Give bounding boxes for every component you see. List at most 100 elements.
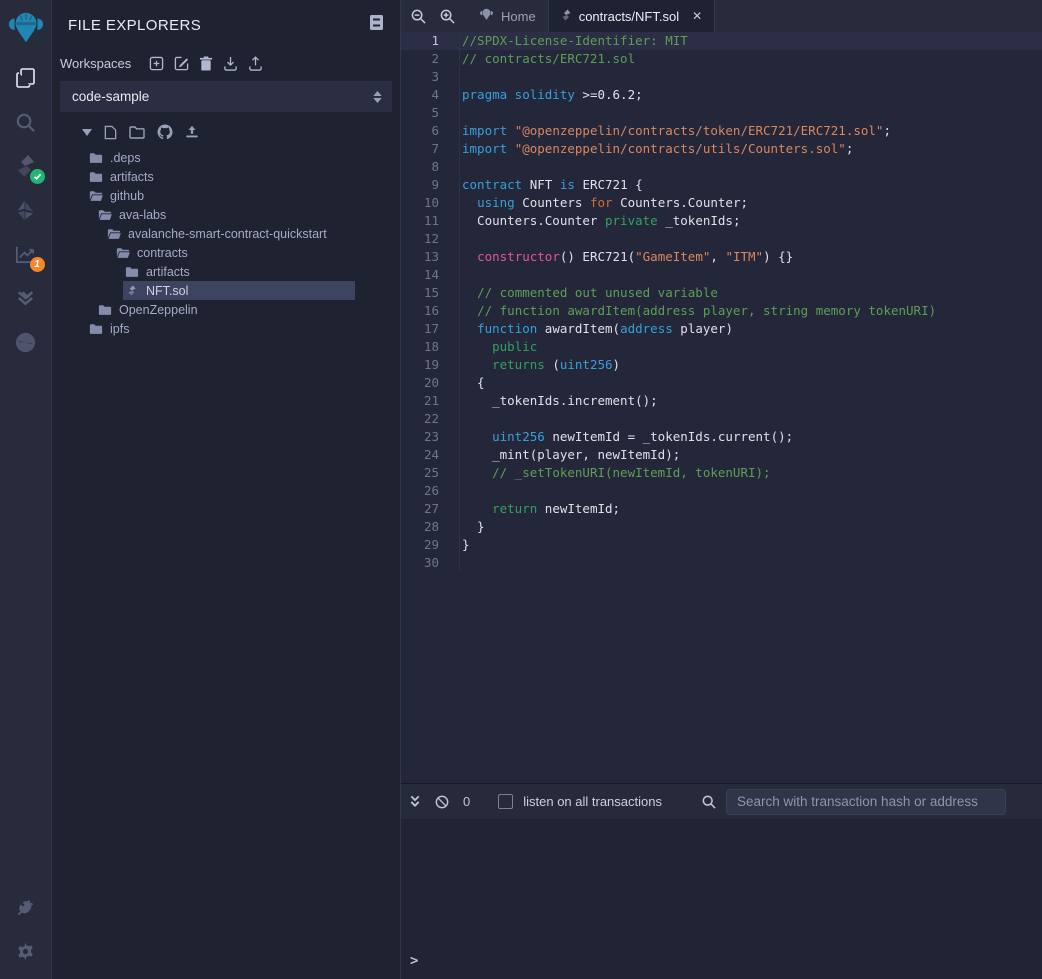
line-content: //SPDX-License-Identifier: MIT [459,32,688,50]
terminal-prompt: > [410,953,418,969]
download-workspace-icon[interactable] [223,56,238,71]
close-tab-icon[interactable]: ✕ [692,9,702,23]
line-number: 9 [401,176,459,194]
folder-closed-icon [98,304,112,316]
line-content: // _setTokenURI(newItemId, tokenURI); [459,464,771,482]
workspace-selected-value: code-sample [72,89,149,104]
github-icon[interactable] [157,124,173,140]
tree-item-label: ava-labs [119,208,166,222]
listen-transactions-checkbox[interactable] [498,794,513,809]
solidity-compiler-icon[interactable] [6,144,46,188]
sourcify-icon[interactable] [6,320,46,364]
line-content [459,554,462,572]
panel-title: FILE EXPLORERS [68,17,201,34]
tree-item-contracts[interactable]: contracts [52,243,400,262]
line-number: 30 [401,554,459,572]
line-content: _mint(player, newItemId); [459,446,680,464]
code-line-13: 13 constructor() ERC721("GameItem", "ITM… [401,248,1042,266]
line-content [459,230,462,248]
tree-item-github[interactable]: github [52,186,400,205]
line-content: return newItemId; [459,500,620,518]
zoom-out-icon[interactable] [411,9,426,24]
tree-item-label: avalanche-smart-contract-quickstart [128,227,327,241]
line-content: // contracts/ERC721.sol [459,50,635,68]
restore-workspace-icon[interactable] [248,56,263,71]
code-editor[interactable]: 1//SPDX-License-Identifier: MIT2// contr… [401,32,1042,783]
deploy-run-icon[interactable] [6,188,46,232]
tab-bar: Home contracts/NFT.sol ✕ [401,0,1042,32]
code-line-21: 21 _tokenIds.increment(); [401,392,1042,410]
line-content: using Counters for Counters.Counter; [459,194,748,212]
new-folder-icon[interactable] [129,126,145,139]
tree-item-ava-labs[interactable]: ava-labs [52,205,400,224]
rename-workspace-icon[interactable] [174,56,189,71]
tab-nft-sol[interactable]: contracts/NFT.sol ✕ [548,0,715,32]
line-number: 5 [401,104,459,122]
tree-item-nft-sol[interactable]: NFT.sol [52,281,400,300]
line-number: 21 [401,392,459,410]
line-content: } [459,536,470,554]
line-content: pragma solidity >=0.6.2; [459,86,643,104]
tree-item-label: OpenZeppelin [119,303,198,317]
transaction-search-input[interactable] [726,789,1006,815]
code-line-17: 17 function awardItem(address player) [401,320,1042,338]
collapse-chevron-icon[interactable] [82,129,92,136]
solidity-tab-icon [561,8,572,25]
book-icon[interactable] [369,14,384,36]
delete-workspace-icon[interactable] [199,56,213,71]
line-number: 15 [401,284,459,302]
line-number: 18 [401,338,459,356]
line-number: 14 [401,266,459,284]
tree-item-label: github [110,189,144,203]
code-line-26: 26 [401,482,1042,500]
search-icon [702,795,716,809]
line-number: 20 [401,374,459,392]
code-line-9: 9contract NFT is ERC721 { [401,176,1042,194]
tab-active-label: contracts/NFT.sol [579,9,679,24]
line-content [459,410,462,428]
analytics-icon[interactable]: 1 [6,232,46,276]
tree-item-artifacts[interactable]: artifacts [52,167,400,186]
file-explorer-icon[interactable] [6,56,46,100]
new-file-icon[interactable] [104,125,117,140]
tree-item-openzeppelin[interactable]: OpenZeppelin [52,300,400,319]
line-content: public [459,338,537,356]
zoom-in-icon[interactable] [440,9,455,24]
line-number: 8 [401,158,459,176]
pending-tx-count: 0 [463,794,470,809]
create-workspace-icon[interactable] [149,56,164,71]
line-content: import "@openzeppelin/contracts/token/ER… [459,122,891,140]
ban-icon[interactable] [435,795,449,809]
workspace-select[interactable]: code-sample [60,81,392,112]
line-number: 28 [401,518,459,536]
upload-file-icon[interactable] [185,125,199,139]
plugin-manager-icon[interactable] [6,885,46,929]
unit-testing-icon[interactable] [6,276,46,320]
line-number: 7 [401,140,459,158]
line-number: 27 [401,500,459,518]
line-number: 25 [401,464,459,482]
tree-item-ipfs[interactable]: ipfs [52,319,400,338]
code-line-4: 4pragma solidity >=0.6.2; [401,86,1042,104]
terminal-output[interactable]: > [401,819,1042,979]
tree-item-artifacts[interactable]: artifacts [52,262,400,281]
code-line-3: 3 [401,68,1042,86]
tab-home[interactable]: Home [467,0,548,32]
workspaces-label: Workspaces [60,56,131,71]
line-number: 29 [401,536,459,554]
code-line-27: 27 return newItemId; [401,500,1042,518]
remix-gray-icon [479,7,494,25]
line-content: // function awardItem(address player, st… [459,302,936,320]
settings-gear-icon[interactable] [6,929,46,973]
line-content [459,104,462,122]
code-line-19: 19 returns (uint256) [401,356,1042,374]
double-chevron-down-icon[interactable] [409,795,421,808]
code-line-29: 29} [401,536,1042,554]
tree-item-avalanche-smart-contract-quickstart[interactable]: avalanche-smart-contract-quickstart [52,224,400,243]
folder-open-icon [116,247,130,259]
line-content: // commented out unused variable [459,284,718,302]
search-icon[interactable] [6,100,46,144]
remix-logo-icon[interactable] [0,0,52,56]
tree-item--deps[interactable]: .deps [52,148,400,167]
code-line-11: 11 Counters.Counter private _tokenIds; [401,212,1042,230]
